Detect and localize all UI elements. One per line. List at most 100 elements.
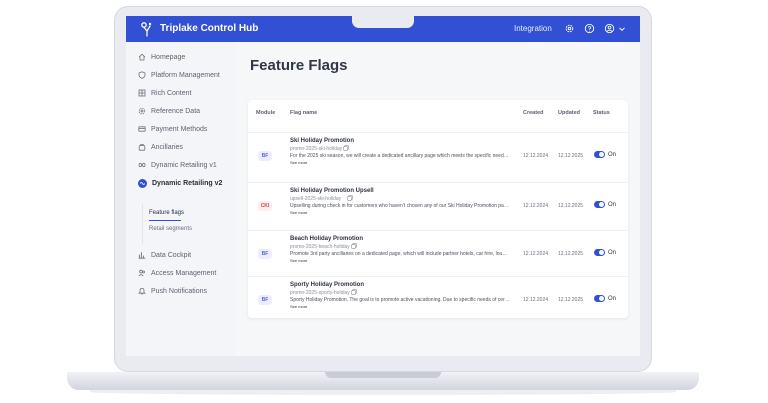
status-label: On (608, 152, 617, 158)
sidebar-item-dynamic-retailing-v2[interactable]: Dynamic Retailing v2 (138, 176, 222, 190)
stage: Triplake Control Hub Integration Homepag… (0, 0, 768, 403)
flag-key: promo-2025-beach-holiday (290, 244, 350, 250)
sidebar-item-rich-content[interactable]: Rich Content (138, 86, 191, 100)
bar-chart-icon (138, 252, 146, 259)
updated-date: 12.12.2025 (558, 251, 584, 257)
grid-icon (138, 89, 146, 97)
sidebar-item-reference-data[interactable]: Reference Data (138, 104, 200, 118)
home-icon (138, 53, 146, 61)
integration-link[interactable]: Integration (514, 24, 552, 33)
column-header-status[interactable]: Status (593, 110, 610, 116)
loop-icon (138, 162, 146, 168)
status-label: On (608, 296, 617, 302)
laptop-notch (352, 16, 414, 28)
sidebar-item-homepage[interactable]: Homepage (138, 50, 185, 64)
sidebar-item-data-cockpit[interactable]: Data Cockpit (138, 248, 191, 262)
flag-description: Upselling during check in for customers … (290, 203, 510, 209)
flag-key: promo-2025-sporty-holiday (290, 290, 350, 296)
column-header-flag-name[interactable]: Flag name (290, 110, 317, 116)
module-badge: BF (258, 151, 272, 161)
feature-flags-table: Module Flag name Created Updated Status … (248, 100, 628, 318)
table-row[interactable]: BF Sporty Holiday Promotion promo-2025-s… (248, 276, 628, 324)
flag-name[interactable]: Beach Holiday Promotion (290, 236, 363, 242)
active-subnav-indicator (149, 220, 181, 221)
flag-key: promo-2025-ski-holiday (290, 146, 343, 152)
sidebar-item-payment-methods[interactable]: Payment Methods (138, 122, 207, 136)
copy-icon[interactable] (343, 145, 349, 151)
created-date: 12.12.2024 (523, 297, 549, 303)
app-title: Triplake Control Hub (160, 23, 259, 34)
flag-key: upsell-2025-ski-holiday (290, 196, 342, 202)
active-dot-icon (138, 178, 147, 188)
sidebar-item-access-management[interactable]: Access Management (138, 266, 216, 280)
column-header-module[interactable]: Module (256, 110, 275, 116)
updated-date: 12.12.2025 (558, 297, 584, 303)
sidebar-item-label: Dynamic Retailing v2 (152, 179, 223, 187)
sidebar-item-ancillaries[interactable]: Ancillaries (138, 140, 183, 154)
user-icon[interactable] (604, 23, 615, 34)
flag-name[interactable]: Ski Holiday Promotion (290, 138, 354, 144)
subnav-item-feature-flags[interactable]: Feature flags (149, 210, 184, 216)
bag-icon (138, 144, 146, 151)
credit-card-icon (138, 126, 146, 132)
sidebar-item-label: Platform Management (151, 71, 220, 79)
sidebar-item-label: Rich Content (151, 89, 192, 97)
sidebar-item-label: Homepage (151, 53, 186, 61)
see-more-link[interactable]: See more (290, 304, 307, 309)
created-date: 12.12.2024 (523, 153, 549, 159)
status-label: On (608, 250, 617, 256)
sidebar-item-label: Push Notifications (151, 287, 208, 295)
copy-icon[interactable] (351, 289, 357, 295)
flag-description: Promote 3rd party ancillaries on a dedic… (290, 251, 510, 257)
subnav-item-retail-segments[interactable]: Retail segments (149, 226, 192, 232)
sidebar-item-platform-management[interactable]: Platform Management (138, 68, 220, 82)
chevron-down-icon[interactable] (618, 25, 626, 33)
table-row[interactable]: CKI Ski Holiday Promotion Upsell upsell-… (248, 182, 628, 230)
bell-icon (138, 287, 146, 295)
flag-description: For the 2025 ski season, we will create … (290, 153, 510, 159)
dynamic-retailing-v2-subnav: Feature flags Retail segments (142, 204, 224, 244)
sidebar-item-label: Reference Data (151, 107, 201, 115)
see-more-link[interactable]: See more (290, 258, 307, 263)
see-more-link[interactable]: See more (290, 160, 307, 165)
status-label: On (608, 202, 617, 208)
status-toggle[interactable] (594, 151, 605, 158)
sidebar-item-push-notifications[interactable]: Push Notifications (138, 284, 207, 298)
table-row[interactable]: BF Ski Holiday Promotion promo-2025-ski-… (248, 132, 628, 180)
app-screen: Triplake Control Hub Integration Homepag… (126, 16, 640, 356)
page-title: Feature Flags (250, 57, 348, 74)
gear-icon[interactable] (564, 23, 575, 34)
status-toggle[interactable] (594, 295, 605, 302)
flag-name[interactable]: Sporty Holiday Promotion (290, 282, 364, 288)
sidebar-item-label: Data Cockpit (151, 251, 192, 259)
settings-icon (138, 107, 146, 115)
updated-date: 12.12.2025 (558, 203, 584, 209)
help-icon[interactable] (584, 23, 595, 34)
sidebar-item-label: Access Management (151, 269, 217, 277)
main-content: Feature Flags Module Flag name Created U… (236, 42, 640, 356)
sidebar-item-label: Dynamic Retailing v1 (151, 161, 217, 169)
created-date: 12.12.2024 (523, 203, 549, 209)
sidebar-item-dynamic-retailing-v1[interactable]: Dynamic Retailing v1 (138, 158, 217, 172)
laptop-base-groove (325, 372, 441, 378)
sidebar-item-label: Ancillaries (151, 143, 183, 151)
users-icon (138, 269, 145, 277)
shield-icon (138, 71, 146, 79)
status-toggle[interactable] (594, 249, 605, 256)
table-row[interactable]: BF Beach Holiday Promotion promo-2025-be… (248, 230, 628, 278)
flag-description: Sporty Holiday Promotion. The goal is to… (290, 297, 510, 303)
see-more-link[interactable]: See more (290, 210, 307, 215)
column-header-updated[interactable]: Updated (558, 110, 580, 116)
column-header-created[interactable]: Created (523, 110, 543, 116)
module-badge: BF (258, 295, 272, 305)
status-toggle[interactable] (594, 201, 605, 208)
sidebar-item-label: Payment Methods (151, 125, 208, 133)
sidebar: Homepage Platform Management Rich Conten… (126, 42, 236, 356)
copy-icon[interactable] (347, 195, 353, 201)
updated-date: 12.12.2025 (558, 153, 584, 159)
copy-icon[interactable] (351, 243, 357, 249)
module-badge: CKI (258, 201, 272, 211)
flag-name[interactable]: Ski Holiday Promotion Upsell (290, 188, 374, 194)
module-badge: BF (258, 249, 272, 259)
logo-icon[interactable] (140, 21, 154, 37)
